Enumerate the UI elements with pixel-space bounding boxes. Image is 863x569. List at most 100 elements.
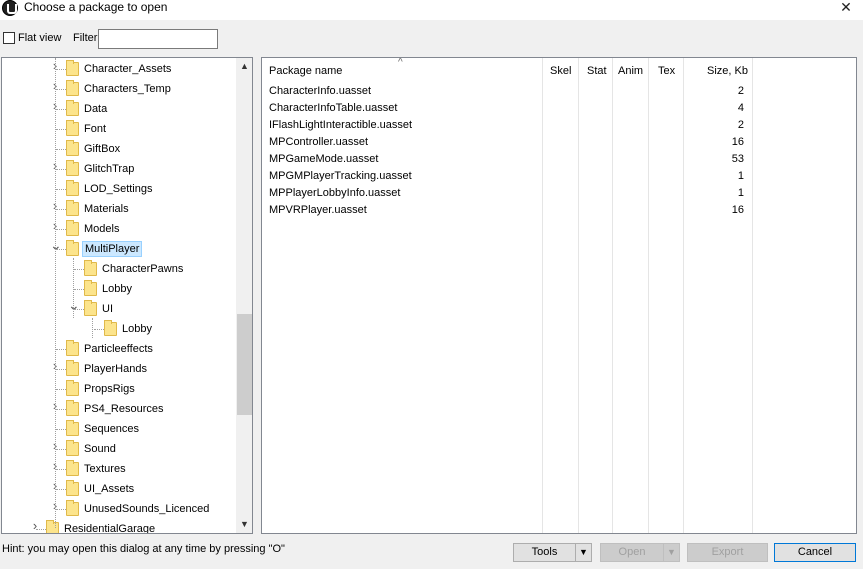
tree-item[interactable]: Sequences	[2, 419, 237, 439]
folder-icon	[66, 200, 79, 216]
tree-item-label[interactable]: PlayerHands	[82, 362, 149, 376]
table-row[interactable]: CharacterInfoTable.uasset 4	[262, 100, 752, 117]
table-row[interactable]: MPGameMode.uasset 53	[262, 151, 752, 168]
tree-connector	[74, 289, 84, 290]
tree-item-label[interactable]: PropsRigs	[82, 382, 137, 396]
open-button[interactable]: Open	[600, 543, 664, 562]
scroll-up-arrow-icon[interactable]: ▲	[236, 58, 252, 75]
tools-button[interactable]: Tools	[513, 543, 576, 562]
tree-item[interactable]: › Character_Assets	[2, 59, 237, 79]
tree-item-label[interactable]: UnusedSounds_Licenced	[82, 502, 211, 516]
tree-item-label[interactable]: Lobby	[120, 322, 154, 336]
tree-item-label[interactable]: UI_Assets	[82, 482, 136, 496]
window-title: Choose a package to open	[24, 0, 168, 14]
column-header-tex[interactable]: Tex	[658, 61, 675, 81]
tree-item[interactable]: ⌄ UI	[2, 298, 237, 319]
tree-item-label[interactable]: CharacterPawns	[100, 262, 185, 276]
filter-label: Filter:	[73, 32, 101, 44]
tree-item-label[interactable]: Textures	[82, 462, 128, 476]
tree-item-label[interactable]: MultiPlayer	[82, 241, 143, 257]
package-name-cell: MPGameMode.uasset	[269, 153, 379, 165]
column-header-stat[interactable]: Stat	[587, 61, 607, 81]
tree-item[interactable]: › Sound	[2, 439, 237, 459]
tree-item-label[interactable]: UI	[100, 302, 115, 316]
scroll-thumb[interactable]	[237, 314, 252, 415]
tree-item[interactable]: Lobby	[2, 279, 237, 299]
folder-icon	[84, 280, 97, 296]
table-row[interactable]: MPController.uasset 16	[262, 134, 752, 151]
tree-item[interactable]: › GlitchTrap	[2, 159, 237, 179]
tree-item[interactable]: › Data	[2, 99, 237, 119]
close-button[interactable]: ✕	[829, 0, 863, 16]
tree-guide-line	[73, 258, 74, 318]
tree-item-label[interactable]: GlitchTrap	[82, 162, 136, 176]
tree-item[interactable]: PropsRigs	[2, 379, 237, 399]
tree-item[interactable]: › UnusedSounds_Licenced	[2, 499, 237, 519]
table-row[interactable]: CharacterInfo.uasset 2	[262, 83, 752, 100]
tree-item[interactable]: Font	[2, 119, 237, 139]
tree-item-label[interactable]: ResidentialGarage	[62, 522, 157, 533]
tree-item[interactable]: Lobby	[2, 319, 237, 339]
folder-tree[interactable]: › Character_Assets › Characters_Temp › Data Fo…	[1, 57, 253, 534]
column-divider	[752, 58, 753, 533]
tree-item-label[interactable]: Models	[82, 222, 121, 236]
column-header-size[interactable]: Size, Kb	[707, 61, 748, 81]
table-row[interactable]: MPPlayerLobbyInfo.uasset 1	[262, 185, 752, 202]
tree-item[interactable]: LOD_Settings	[2, 179, 237, 199]
tools-dropdown-arrow-icon[interactable]: ▼	[575, 543, 592, 562]
tree-item-label[interactable]: Character_Assets	[82, 62, 173, 76]
tree-item-label[interactable]: Particleeffects	[82, 342, 155, 356]
table-row[interactable]: MPVRPlayer.uasset 16	[262, 202, 752, 219]
tree-item[interactable]: › PlayerHands	[2, 359, 237, 379]
open-dropdown-arrow-icon[interactable]: ▼	[663, 543, 680, 562]
tree-connector	[56, 409, 66, 410]
scroll-down-arrow-icon[interactable]: ▼	[236, 516, 252, 533]
tree-item-label[interactable]: LOD_Settings	[82, 182, 154, 196]
tree-item-label[interactable]: Lobby	[100, 282, 134, 296]
tree-item[interactable]: › Models	[2, 219, 237, 239]
filter-input[interactable]	[98, 29, 218, 49]
tree-item[interactable]: ⌄ MultiPlayer	[2, 238, 237, 259]
table-row[interactable]: MPGMPlayerTracking.uasset 1	[262, 168, 752, 185]
folder-icon	[66, 240, 79, 256]
tree-item-label[interactable]: GiftBox	[82, 142, 122, 156]
tree-item[interactable]: › PS4_Resources	[2, 399, 237, 419]
tree-connector	[56, 429, 66, 430]
package-name-cell: MPGMPlayerTracking.uasset	[269, 170, 412, 182]
tree-item-label[interactable]: Font	[82, 122, 108, 136]
sort-ascending-icon: ^	[398, 57, 403, 68]
column-header-skel[interactable]: Skel	[550, 61, 571, 81]
folder-icon	[66, 420, 79, 436]
tree-item-label[interactable]: Materials	[82, 202, 131, 216]
tree-item[interactable]: › UI_Assets	[2, 479, 237, 499]
tree-item[interactable]: › Materials	[2, 199, 237, 219]
tree-item-label[interactable]: Sound	[82, 442, 118, 456]
export-button[interactable]: Export	[687, 543, 768, 562]
flat-view-checkbox[interactable]	[3, 32, 15, 44]
tree-item[interactable]: Particleeffects	[2, 339, 237, 359]
column-header-anim[interactable]: Anim	[618, 61, 643, 81]
folder-icon	[66, 100, 79, 116]
folder-icon	[84, 260, 97, 276]
package-list[interactable]: ^ Package name Skel Stat Anim Tex Size, …	[261, 57, 857, 534]
tree-item-label[interactable]: Data	[82, 102, 109, 116]
column-header-package-name[interactable]: Package name	[269, 61, 342, 81]
tree-item[interactable]: › Textures	[2, 459, 237, 479]
tree-scrollbar[interactable]: ▲ ▼	[236, 58, 252, 533]
tree-item[interactable]: › Characters_Temp	[2, 79, 237, 99]
tree-item-label[interactable]: Characters_Temp	[82, 82, 173, 96]
tree-item-label[interactable]: PS4_Resources	[82, 402, 166, 416]
size-cell: 53	[731, 153, 744, 165]
table-row[interactable]: IFlashLightInteractible.uasset 2	[262, 117, 752, 134]
tree-item[interactable]: › ResidentialGarage	[2, 519, 237, 533]
tree-connector	[56, 149, 66, 150]
tree-item-label[interactable]: Sequences	[82, 422, 141, 436]
tree-item[interactable]: GiftBox	[2, 139, 237, 159]
flat-view-label[interactable]: Flat view	[18, 32, 61, 44]
size-cell: 1	[737, 187, 744, 199]
hint-text: Hint: you may open this dialog at any ti…	[2, 543, 285, 555]
tree-guide-line	[92, 318, 93, 338]
cancel-button[interactable]: Cancel	[774, 543, 856, 562]
tree-connector	[56, 489, 66, 490]
tree-item[interactable]: CharacterPawns	[2, 259, 237, 279]
